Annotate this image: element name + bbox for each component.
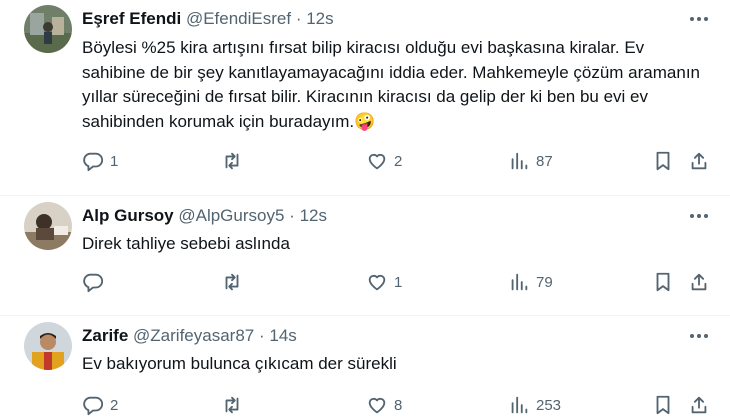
- timestamp[interactable]: 12s: [306, 9, 333, 28]
- author-name[interactable]: Eşref Efendi: [82, 9, 181, 28]
- action-bar: 2 8 253: [78, 393, 718, 417]
- heart-icon: [368, 397, 386, 414]
- like-button[interactable]: 1: [366, 270, 402, 294]
- share-button[interactable]: [688, 149, 710, 173]
- more-options-icon[interactable]: [686, 9, 712, 29]
- avatar[interactable]: [24, 5, 72, 53]
- retweet-icon: [225, 273, 239, 291]
- tweet-text-content: Direk tahliye sebebi aslında: [82, 234, 290, 253]
- reply-icon: [83, 396, 104, 416]
- tweet-text-content: Ev bakıyorum bulunca çıkıcam der sürekli: [82, 354, 397, 373]
- share-icon: [691, 152, 707, 170]
- author-name[interactable]: Zarife: [82, 326, 128, 345]
- avatar[interactable]: [24, 202, 72, 250]
- views-button[interactable]: 79: [508, 270, 553, 294]
- retweet-button[interactable]: [221, 393, 249, 417]
- tweet-text: Direk tahliye sebebi aslında: [82, 232, 712, 257]
- tweet[interactable]: Alp Gursoy @AlpGursoy5 · 12s Direk tahli…: [0, 196, 730, 316]
- reply-count: 2: [110, 396, 119, 414]
- like-count: 1: [394, 273, 403, 291]
- reply-icon: [83, 152, 104, 172]
- view-count: 253: [536, 396, 562, 414]
- views-button[interactable]: 87: [508, 149, 553, 173]
- reply-button[interactable]: 1: [82, 149, 118, 173]
- separator-dot: ·: [258, 326, 265, 345]
- tweet-text: Ev bakıyorum bulunca çıkıcam der sürekli: [82, 352, 712, 377]
- like-count: 2: [394, 152, 403, 170]
- views-icon: [511, 273, 528, 291]
- tweet-header: Zarife @Zarifeyasar87 · 14s: [82, 326, 297, 346]
- timestamp[interactable]: 14s: [269, 326, 296, 345]
- emoji: 🤪: [354, 111, 376, 131]
- views-button[interactable]: 253: [508, 393, 561, 417]
- heart-icon: [368, 153, 386, 170]
- timestamp[interactable]: 12s: [300, 206, 327, 225]
- tweet[interactable]: Zarife @Zarifeyasar87 · 14s Ev bakıyorum…: [0, 316, 730, 420]
- tweet-text-content: Böylesi %25 kira artışını fırsat bilip k…: [82, 38, 701, 131]
- more-options-icon[interactable]: [686, 326, 712, 346]
- like-count: 8: [394, 396, 403, 414]
- separator-dot: ·: [295, 9, 302, 28]
- share-button[interactable]: [688, 270, 710, 294]
- bookmark-icon: [656, 272, 670, 292]
- retweet-icon: [225, 152, 239, 170]
- like-button[interactable]: 2: [366, 149, 402, 173]
- separator-dot: ·: [289, 206, 295, 225]
- tweet[interactable]: Eşref Efendi @EfendiEsref · 12s Böylesi …: [0, 0, 730, 196]
- views-icon: [511, 396, 528, 414]
- tweet-header: Eşref Efendi @EfendiEsref · 12s: [82, 9, 334, 29]
- reply-button[interactable]: [82, 270, 110, 294]
- view-count: 79: [536, 273, 553, 291]
- tweet-header: Alp Gursoy @AlpGursoy5 · 12s: [82, 206, 327, 226]
- like-button[interactable]: 8: [366, 393, 402, 417]
- author-name[interactable]: Alp Gursoy: [82, 206, 174, 225]
- action-bar: 1 79: [78, 270, 718, 294]
- bookmark-button[interactable]: [652, 149, 674, 173]
- retweet-icon: [225, 396, 239, 414]
- tweet-text: Böylesi %25 kira artışını fırsat bilip k…: [82, 36, 712, 134]
- reply-icon: [83, 273, 104, 293]
- share-icon: [691, 273, 707, 291]
- bookmark-icon: [656, 151, 670, 171]
- reply-count: 1: [110, 152, 119, 170]
- avatar[interactable]: [24, 322, 72, 370]
- author-handle[interactable]: @Zarifeyasar87: [133, 326, 254, 345]
- more-options-icon[interactable]: [686, 206, 712, 226]
- share-icon: [691, 396, 707, 414]
- bookmark-icon: [656, 395, 670, 415]
- share-button[interactable]: [688, 393, 710, 417]
- retweet-button[interactable]: [221, 149, 249, 173]
- reply-button[interactable]: 2: [82, 393, 118, 417]
- author-handle[interactable]: @EfendiEsref: [186, 9, 291, 28]
- views-icon: [511, 152, 528, 170]
- view-count: 87: [536, 152, 553, 170]
- bookmark-button[interactable]: [652, 270, 674, 294]
- heart-icon: [368, 274, 386, 291]
- action-bar: 1 2 87: [78, 149, 718, 173]
- retweet-button[interactable]: [221, 270, 249, 294]
- author-handle[interactable]: @AlpGursoy5: [178, 206, 284, 225]
- bookmark-button[interactable]: [652, 393, 674, 417]
